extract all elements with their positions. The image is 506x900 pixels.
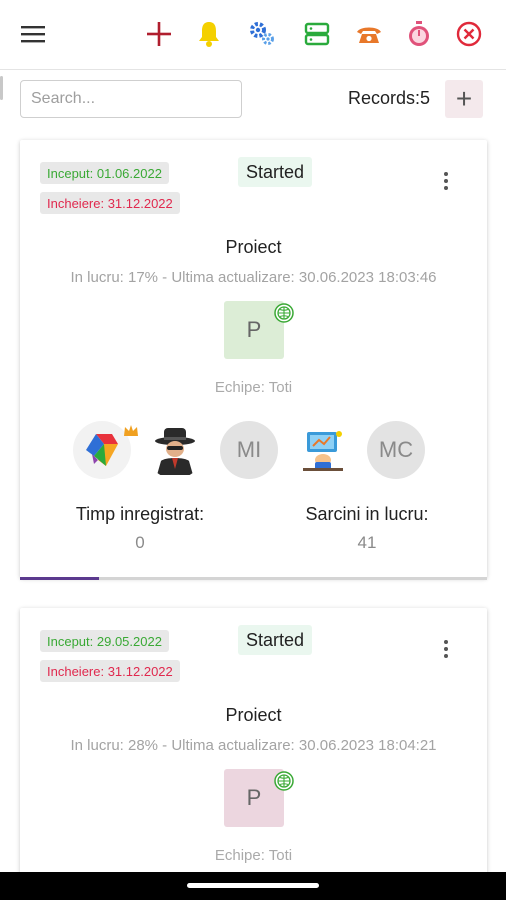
tasks-in-progress-value: 41: [357, 533, 377, 552]
member-initials-avatar[interactable]: MI: [220, 421, 278, 479]
end-date-badge: Incheiere: 31.12.2022: [40, 192, 180, 214]
menu-icon[interactable]: [16, 17, 50, 51]
add-record-button[interactable]: +: [445, 80, 483, 118]
start-date-badge: Inceput: 29.05.2022: [40, 630, 169, 652]
top-toolbar: [0, 0, 506, 70]
records-count: Records:5: [348, 88, 431, 108]
desk-illustration-avatar[interactable]: [294, 421, 352, 479]
tasks-in-progress-label: Sarcini in lucru:: [305, 504, 429, 524]
stopwatch-icon[interactable]: [402, 17, 436, 51]
plus-icon[interactable]: [142, 17, 176, 51]
home-indicator[interactable]: [187, 883, 319, 888]
bell-icon[interactable]: [192, 17, 226, 51]
globe-icon: [274, 771, 294, 791]
close-circle-icon[interactable]: [452, 17, 486, 51]
time-logged-label: Timp inregistrat:: [75, 504, 205, 524]
project-progress-fill: [20, 577, 100, 580]
gears-icon[interactable]: [245, 17, 279, 51]
spy-avatar[interactable]: [146, 421, 204, 479]
end-date-badge: Incheiere: 31.12.2022: [40, 660, 180, 682]
server-icon[interactable]: [300, 17, 334, 51]
project-teams: Echipe: Toti: [214, 379, 293, 396]
time-logged-value: 0: [135, 533, 145, 552]
project-teams: Echipe: Toti: [214, 847, 293, 864]
project-title: Proiect: [225, 237, 282, 257]
project-subtitle: In lucru: 17% - Ultima actualizare: 30.0…: [70, 269, 437, 286]
project-card[interactable]: Inceput: 29.05.2022 Incheiere: 31.12.202…: [20, 608, 487, 888]
start-date-badge: Inceput: 01.06.2022: [40, 162, 169, 184]
project-subtitle: In lucru: 28% - Ultima actualizare: 30.0…: [70, 737, 437, 754]
project-title: Proiect: [225, 705, 282, 725]
system-navigation-bar: [0, 872, 506, 900]
status-badge: Started: [238, 625, 313, 655]
phone-icon[interactable]: [352, 17, 386, 51]
status-badge: Started: [238, 157, 313, 187]
project-progress-bar: [20, 577, 487, 580]
scroll-edge-indicator: [0, 76, 3, 100]
globe-icon: [274, 303, 294, 323]
more-options-icon[interactable]: [436, 169, 456, 193]
member-initials-avatar[interactable]: MC: [367, 421, 425, 479]
search-input[interactable]: [20, 80, 242, 118]
crown-icon: [124, 425, 138, 436]
more-options-icon[interactable]: [436, 637, 456, 661]
